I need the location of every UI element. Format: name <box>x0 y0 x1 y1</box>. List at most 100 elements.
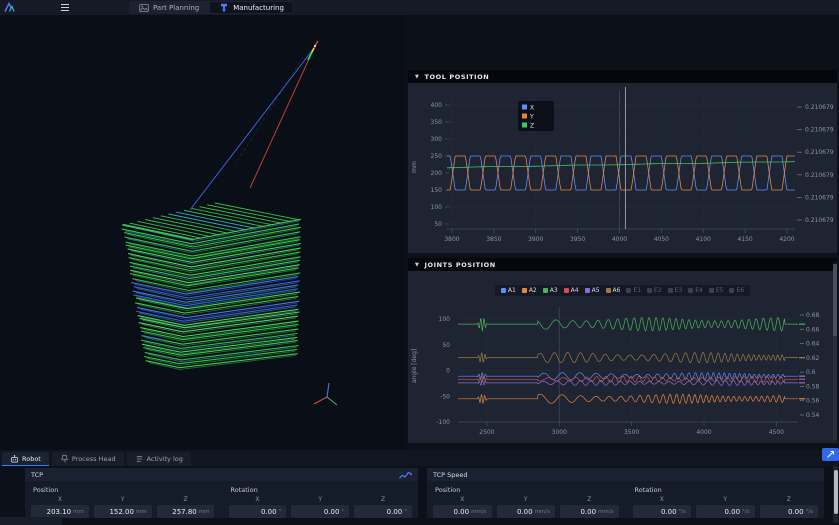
scrollbar-thumb[interactable] <box>833 470 838 514</box>
axis-column-z: Z 257.80 mm <box>156 496 215 518</box>
axis-column-y: Y 0.00 °/s <box>696 496 755 518</box>
svg-text:200: 200 <box>431 170 443 177</box>
svg-text:4200: 4200 <box>779 236 794 243</box>
bottom-cards: TCP Position X 203.10 mm Y 152.00 mm Z 257.80 mm Ro… <box>0 466 839 518</box>
legend-label: A4 <box>570 287 579 294</box>
tcp-speed-position-y-field[interactable]: 0.00 mm/s <box>496 505 555 518</box>
tcp-rotation-z-field[interactable]: 0.00 ° <box>354 505 412 518</box>
toolpath-3d-canvas[interactable] <box>0 15 406 450</box>
tool-position-panel-body: 3800 3850 3900 3950 4000 4050 4100 4150 4200 400 3… <box>408 83 837 253</box>
joints-position-panel-header[interactable]: ▼ JOINTS POSITION <box>408 258 837 271</box>
tool-position-chart[interactable]: 3800 3850 3900 3950 4000 4050 4100 4150 4200 400 3… <box>408 83 837 253</box>
tcp-rotation-group: Rotation X 0.00 ° Y 0.00 ° Z 0.00 ° <box>228 484 413 518</box>
svg-text:150: 150 <box>431 187 443 194</box>
axis-column-header: Y <box>723 496 728 503</box>
legend-item-e5[interactable]: E5 <box>708 287 723 294</box>
bottom-right-scrollbar[interactable] <box>833 466 838 523</box>
axis-column-header: Z <box>786 496 791 503</box>
legend-item-e6[interactable]: E6 <box>729 287 744 294</box>
field-unit: mm <box>135 508 147 515</box>
svg-text:4150: 4150 <box>737 236 752 243</box>
joints-position-panel: ▼ JOINTS POSITION A1 A2 A3 A4 A5 A6 E1 E2 E3 E4 E5… <box>408 258 837 443</box>
field-value: 0.00 <box>323 507 340 516</box>
field-value: 152.00 <box>109 507 134 516</box>
svg-text:50: 50 <box>442 342 450 349</box>
legend-item-a5[interactable]: A5 <box>584 287 600 294</box>
tcp-speed-rotation-y-field[interactable]: 0.00 °/s <box>696 505 755 518</box>
tcp-speed-groups: Position X 0.00 mm/s Y 0.00 mm/s Z 0.00 mm/s Rotat… <box>427 481 824 518</box>
field-unit: mm/s <box>471 508 487 515</box>
svg-text:4000: 4000 <box>612 236 627 243</box>
field-value: 0.00 <box>516 507 533 516</box>
legend-item-a4[interactable]: A4 <box>563 287 579 294</box>
topbar-tab-part-planning[interactable]: Part Planning <box>130 2 208 13</box>
bottom-tab-robot[interactable]: Robot <box>2 452 49 466</box>
collapse-icon: ▼ <box>415 73 420 80</box>
tool-position-panel-header[interactable]: ▼ TOOL POSITION <box>408 70 837 83</box>
field-unit: mm <box>198 508 210 515</box>
axis-column-x: X 0.00 °/s <box>632 496 691 518</box>
legend-item-a1[interactable]: A1 <box>500 287 516 294</box>
tcp-card: TCP Position X 203.10 mm Y 152.00 mm Z 257.80 mm Ro… <box>25 468 418 518</box>
svg-text:3900: 3900 <box>528 236 543 243</box>
legend-label: A3 <box>549 287 558 294</box>
tcp-position-z-field[interactable]: 257.80 mm <box>156 505 215 518</box>
legend-item-a2[interactable]: A2 <box>521 287 537 294</box>
legend-label: E1 <box>633 287 642 294</box>
axis-column-z: Z 0.00 mm/s <box>560 496 619 518</box>
legend-item-e2[interactable]: E2 <box>647 287 662 294</box>
field-unit: °/s <box>742 508 750 515</box>
legend-swatch <box>605 288 611 293</box>
legend-swatch <box>667 288 673 293</box>
svg-text:Z: Z <box>530 123 534 130</box>
tcp-speed-card-header: TCP Speed <box>427 468 824 481</box>
bottom-tab-label: Activity log <box>146 455 183 463</box>
legend-swatch <box>500 288 506 293</box>
svg-text:0.210679: 0.210679 <box>805 149 834 156</box>
legend-item-e3[interactable]: E3 <box>667 287 682 294</box>
scrollbar-thumb[interactable] <box>833 264 837 336</box>
svg-text:4050: 4050 <box>654 236 669 243</box>
tcp-speed-rotation-z-field[interactable]: 0.00 °/s <box>759 505 818 518</box>
field-value: 0.00 <box>724 507 741 516</box>
joints-panel-scrollbar[interactable] <box>833 262 837 440</box>
legend-swatch <box>688 288 694 293</box>
panel-expand-button[interactable] <box>822 448 839 461</box>
legend-label: E4 <box>695 287 703 294</box>
svg-text:3000: 3000 <box>552 429 567 436</box>
legend-item-a3[interactable]: A3 <box>542 287 558 294</box>
tcp-speed-position-group: Position X 0.00 mm/s Y 0.00 mm/s Z 0.00 mm/s <box>433 484 619 518</box>
axis-column-header: X <box>255 496 260 503</box>
legend-label: E2 <box>654 287 662 294</box>
collapse-icon: ▼ <box>415 261 420 268</box>
chart-sparkline-icon[interactable] <box>399 470 412 480</box>
tcp-speed-rotation-x-field[interactable]: 0.00 °/s <box>632 505 691 518</box>
bottom-panel: Robot Process Head Activity log TCP Positio… <box>0 450 839 525</box>
legend-item-e1[interactable]: E1 <box>626 287 641 294</box>
menu-icon[interactable] <box>61 4 69 11</box>
tcp-rotation-x-field[interactable]: 0.00 ° <box>228 505 287 518</box>
svg-text:0.6: 0.6 <box>806 369 816 376</box>
legend-item-a6[interactable]: A6 <box>605 287 620 294</box>
tool-chart-legend[interactable]: XYZ <box>518 101 554 131</box>
svg-text:100: 100 <box>439 316 451 323</box>
svg-text:0.56: 0.56 <box>806 398 820 405</box>
svg-text:-50: -50 <box>440 393 450 400</box>
tcp-speed-position-x-field[interactable]: 0.00 mm/s <box>433 505 492 518</box>
tcp-position-y-field[interactable]: 152.00 mm <box>93 505 152 518</box>
legend-swatch <box>626 288 632 293</box>
svg-text:0.210679: 0.210679 <box>805 172 834 179</box>
bottom-tab-activity-log[interactable]: Activity log <box>126 452 191 466</box>
field-unit: mm <box>73 508 84 515</box>
tcp-rotation-y-field[interactable]: 0.00 ° <box>291 505 350 518</box>
viewport-3d[interactable] <box>0 15 406 450</box>
image-icon <box>139 3 149 13</box>
tcp-speed-position-z-field[interactable]: 0.00 mm/s <box>560 505 619 518</box>
legend-swatch <box>563 288 569 293</box>
bottom-tab-process-head[interactable]: Process Head <box>51 452 124 466</box>
legend-item-e4[interactable]: E4 <box>688 287 703 294</box>
svg-text:0.68: 0.68 <box>806 312 820 319</box>
topbar-tab-manufacturing[interactable]: Manufacturing <box>210 2 293 13</box>
joints-position-chart[interactable]: 2500 3000 3500 4000 4500 100 50 0 -50 -100 angle [… <box>408 271 837 443</box>
field-value: 257.80 <box>172 507 197 516</box>
